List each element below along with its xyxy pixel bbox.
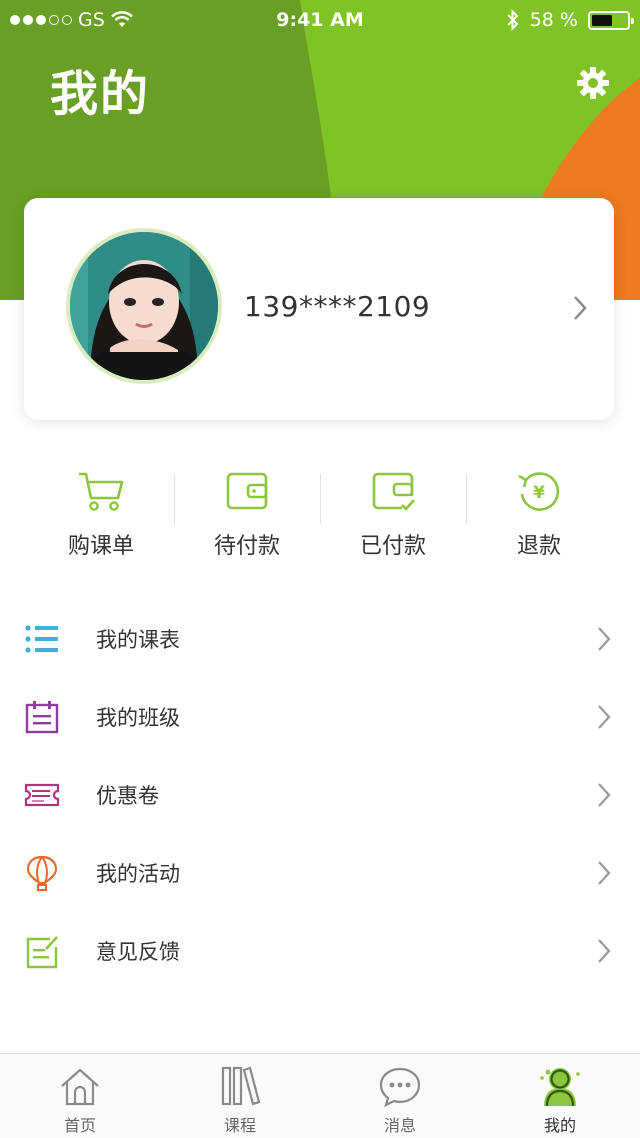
order-label: 退款 xyxy=(516,534,561,559)
phone-number: 139****2109 xyxy=(244,290,431,323)
battery-icon xyxy=(588,10,634,30)
profile-card[interactable]: 139****2109 xyxy=(24,198,614,420)
books-icon xyxy=(221,1066,261,1106)
order-paid[interactable]: 已付款 xyxy=(320,466,466,559)
battery-percent: 58 % xyxy=(529,9,578,31)
gear-icon[interactable] xyxy=(576,66,610,100)
chevron-right-icon xyxy=(598,939,611,963)
menu-item-activity[interactable]: 我的活动 xyxy=(0,834,640,912)
menu-list: 我的课表 我的班级 优惠卷 我的活动 意见反馈 xyxy=(0,600,640,990)
menu-item-feedback[interactable]: 意见反馈 xyxy=(0,912,640,990)
tab-label: 首页 xyxy=(63,1116,96,1135)
chevron-right-icon xyxy=(598,783,611,807)
status-right: 58 % xyxy=(506,9,634,31)
tab-label: 消息 xyxy=(383,1116,416,1135)
tab-label: 我的 xyxy=(543,1116,576,1135)
page-title: 我的 xyxy=(50,66,151,122)
feedback-icon xyxy=(26,936,58,969)
balloon-icon xyxy=(26,855,58,891)
chevron-right-icon xyxy=(598,861,611,885)
bluetooth-icon xyxy=(507,9,519,31)
menu-label: 我的课表 xyxy=(96,628,180,652)
list-icon xyxy=(25,625,58,653)
menu-label: 优惠卷 xyxy=(96,784,159,808)
order-cart[interactable]: 购课单 xyxy=(28,466,174,559)
orders-row: 购课单 待付款 已付款 ¥ 退款 xyxy=(28,466,612,559)
order-label: 待付款 xyxy=(213,534,280,559)
menu-item-class[interactable]: 我的班级 xyxy=(0,678,640,756)
menu-label: 我的班级 xyxy=(96,706,180,730)
calendar-icon xyxy=(25,701,59,734)
cart-icon xyxy=(79,472,124,511)
tab-home[interactable]: 首页 xyxy=(0,1054,160,1138)
avatar[interactable] xyxy=(66,228,222,384)
chevron-right-icon xyxy=(574,296,587,320)
chevron-right-icon xyxy=(598,627,611,651)
order-label: 已付款 xyxy=(359,534,426,559)
status-bar: GS 9:41 AM 58 % xyxy=(0,0,640,40)
refund-yen-icon: ¥ xyxy=(518,472,560,511)
menu-item-schedule[interactable]: 我的课表 xyxy=(0,600,640,678)
svg-text:¥: ¥ xyxy=(533,483,545,503)
order-label: 购课单 xyxy=(67,534,134,559)
menu-label: 我的活动 xyxy=(96,862,180,886)
tab-messages[interactable]: 消息 xyxy=(320,1054,480,1138)
wallet-icon xyxy=(226,472,268,510)
tab-mine[interactable]: 我的 xyxy=(480,1054,640,1138)
tab-bar: 首页 课程 消息 我的 xyxy=(0,1053,640,1138)
chevron-right-icon xyxy=(598,705,611,729)
order-refund[interactable]: ¥ 退款 xyxy=(466,466,612,559)
tab-label: 课程 xyxy=(223,1116,256,1135)
message-icon xyxy=(379,1067,421,1108)
menu-label: 意见反馈 xyxy=(96,940,180,964)
menu-item-coupon[interactable]: 优惠卷 xyxy=(0,756,640,834)
home-icon xyxy=(61,1068,99,1106)
tab-courses[interactable]: 课程 xyxy=(160,1054,320,1138)
wallet-check-icon xyxy=(372,472,415,511)
order-pending-payment[interactable]: 待付款 xyxy=(174,466,320,559)
ticket-icon xyxy=(24,783,60,807)
user-icon xyxy=(540,1068,580,1107)
